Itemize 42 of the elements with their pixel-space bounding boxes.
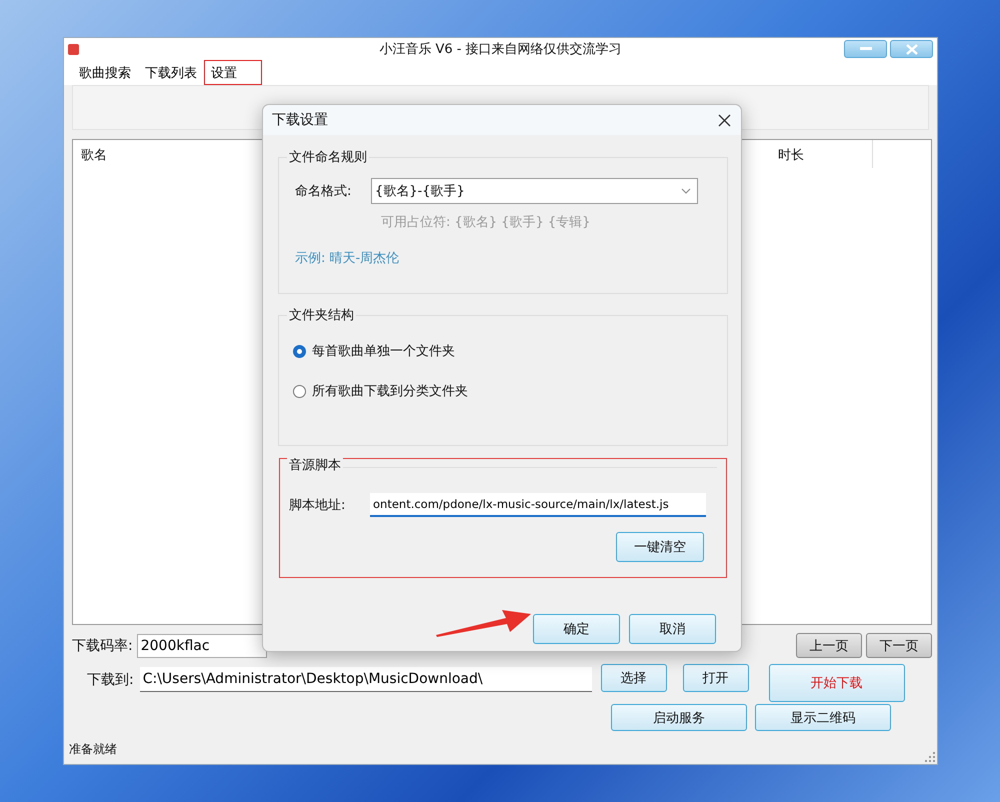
minimize-icon (860, 47, 872, 51)
group-legend: 文件命名规则 (287, 148, 369, 166)
window-title: 小汪音乐 V6 - 接口来自网络仅供交流学习 (379, 41, 622, 58)
dialog-button[interactable]: 确定 (533, 614, 620, 644)
minimize-button[interactable] (844, 40, 887, 58)
status-text: 准备就绪 (69, 742, 117, 756)
page-button[interactable]: 上一页 (796, 633, 862, 658)
folder-radio-option[interactable]: 每首歌曲单独一个文件夹 (293, 342, 717, 360)
download-to-label: 下载到: (87, 671, 134, 689)
dialog-title: 下载设置 (272, 111, 328, 129)
group-legend: 音源脚本 (287, 456, 343, 474)
page-button[interactable]: 下一页 (866, 633, 932, 658)
close-button[interactable] (716, 112, 733, 128)
service-button[interactable]: 显示二维码 (755, 704, 891, 731)
close-icon (906, 44, 918, 54)
script-url-field[interactable]: ontent.com/pdone/lx-music-source/main/lx/latest.js (370, 493, 706, 517)
naming-format-label: 命名格式: (295, 183, 352, 200)
app-icon (68, 44, 79, 54)
naming-example: 示例: 晴天-周杰伦 (295, 250, 400, 267)
path-button[interactable]: 打开 (682, 664, 749, 692)
dialog-button[interactable]: 取消 (629, 614, 716, 644)
start-download-button[interactable]: 开始下载 (768, 664, 905, 702)
menu-tab[interactable]: 歌曲搜索 (72, 60, 138, 85)
placeholder-hint: 可用占位符: {歌名} {歌手} {专辑} (381, 214, 592, 231)
clear-button[interactable]: 一键清空 (616, 532, 704, 562)
naming-format-dropdown[interactable]: {歌名}-{歌手} (371, 178, 698, 204)
service-button[interactable]: 启动服务 (611, 704, 747, 731)
bitrate-label: 下载码率: (72, 636, 133, 654)
column-header: 歌名 (81, 148, 107, 163)
chevron-down-icon (681, 188, 691, 194)
resize-grip-icon (925, 752, 935, 762)
menu-tab[interactable]: 设置 (204, 60, 262, 85)
script-url-label: 脚本地址: (289, 497, 346, 514)
radio-dot[interactable] (293, 384, 306, 398)
menu-tab[interactable]: 下载列表 (138, 60, 204, 85)
group-legend: 文件夹结构 (287, 306, 356, 324)
folder-radio-option[interactable]: 所有歌曲下载到分类文件夹 (293, 382, 717, 400)
download-path-field[interactable]: C:\Users\Administrator\Desktop\MusicDownload\ (140, 667, 592, 692)
radio-dot[interactable] (293, 344, 306, 358)
path-button[interactable]: 选择 (600, 664, 667, 692)
bitrate-field[interactable]: 2000kflac (136, 634, 267, 658)
column-header: 时长 (778, 148, 804, 163)
